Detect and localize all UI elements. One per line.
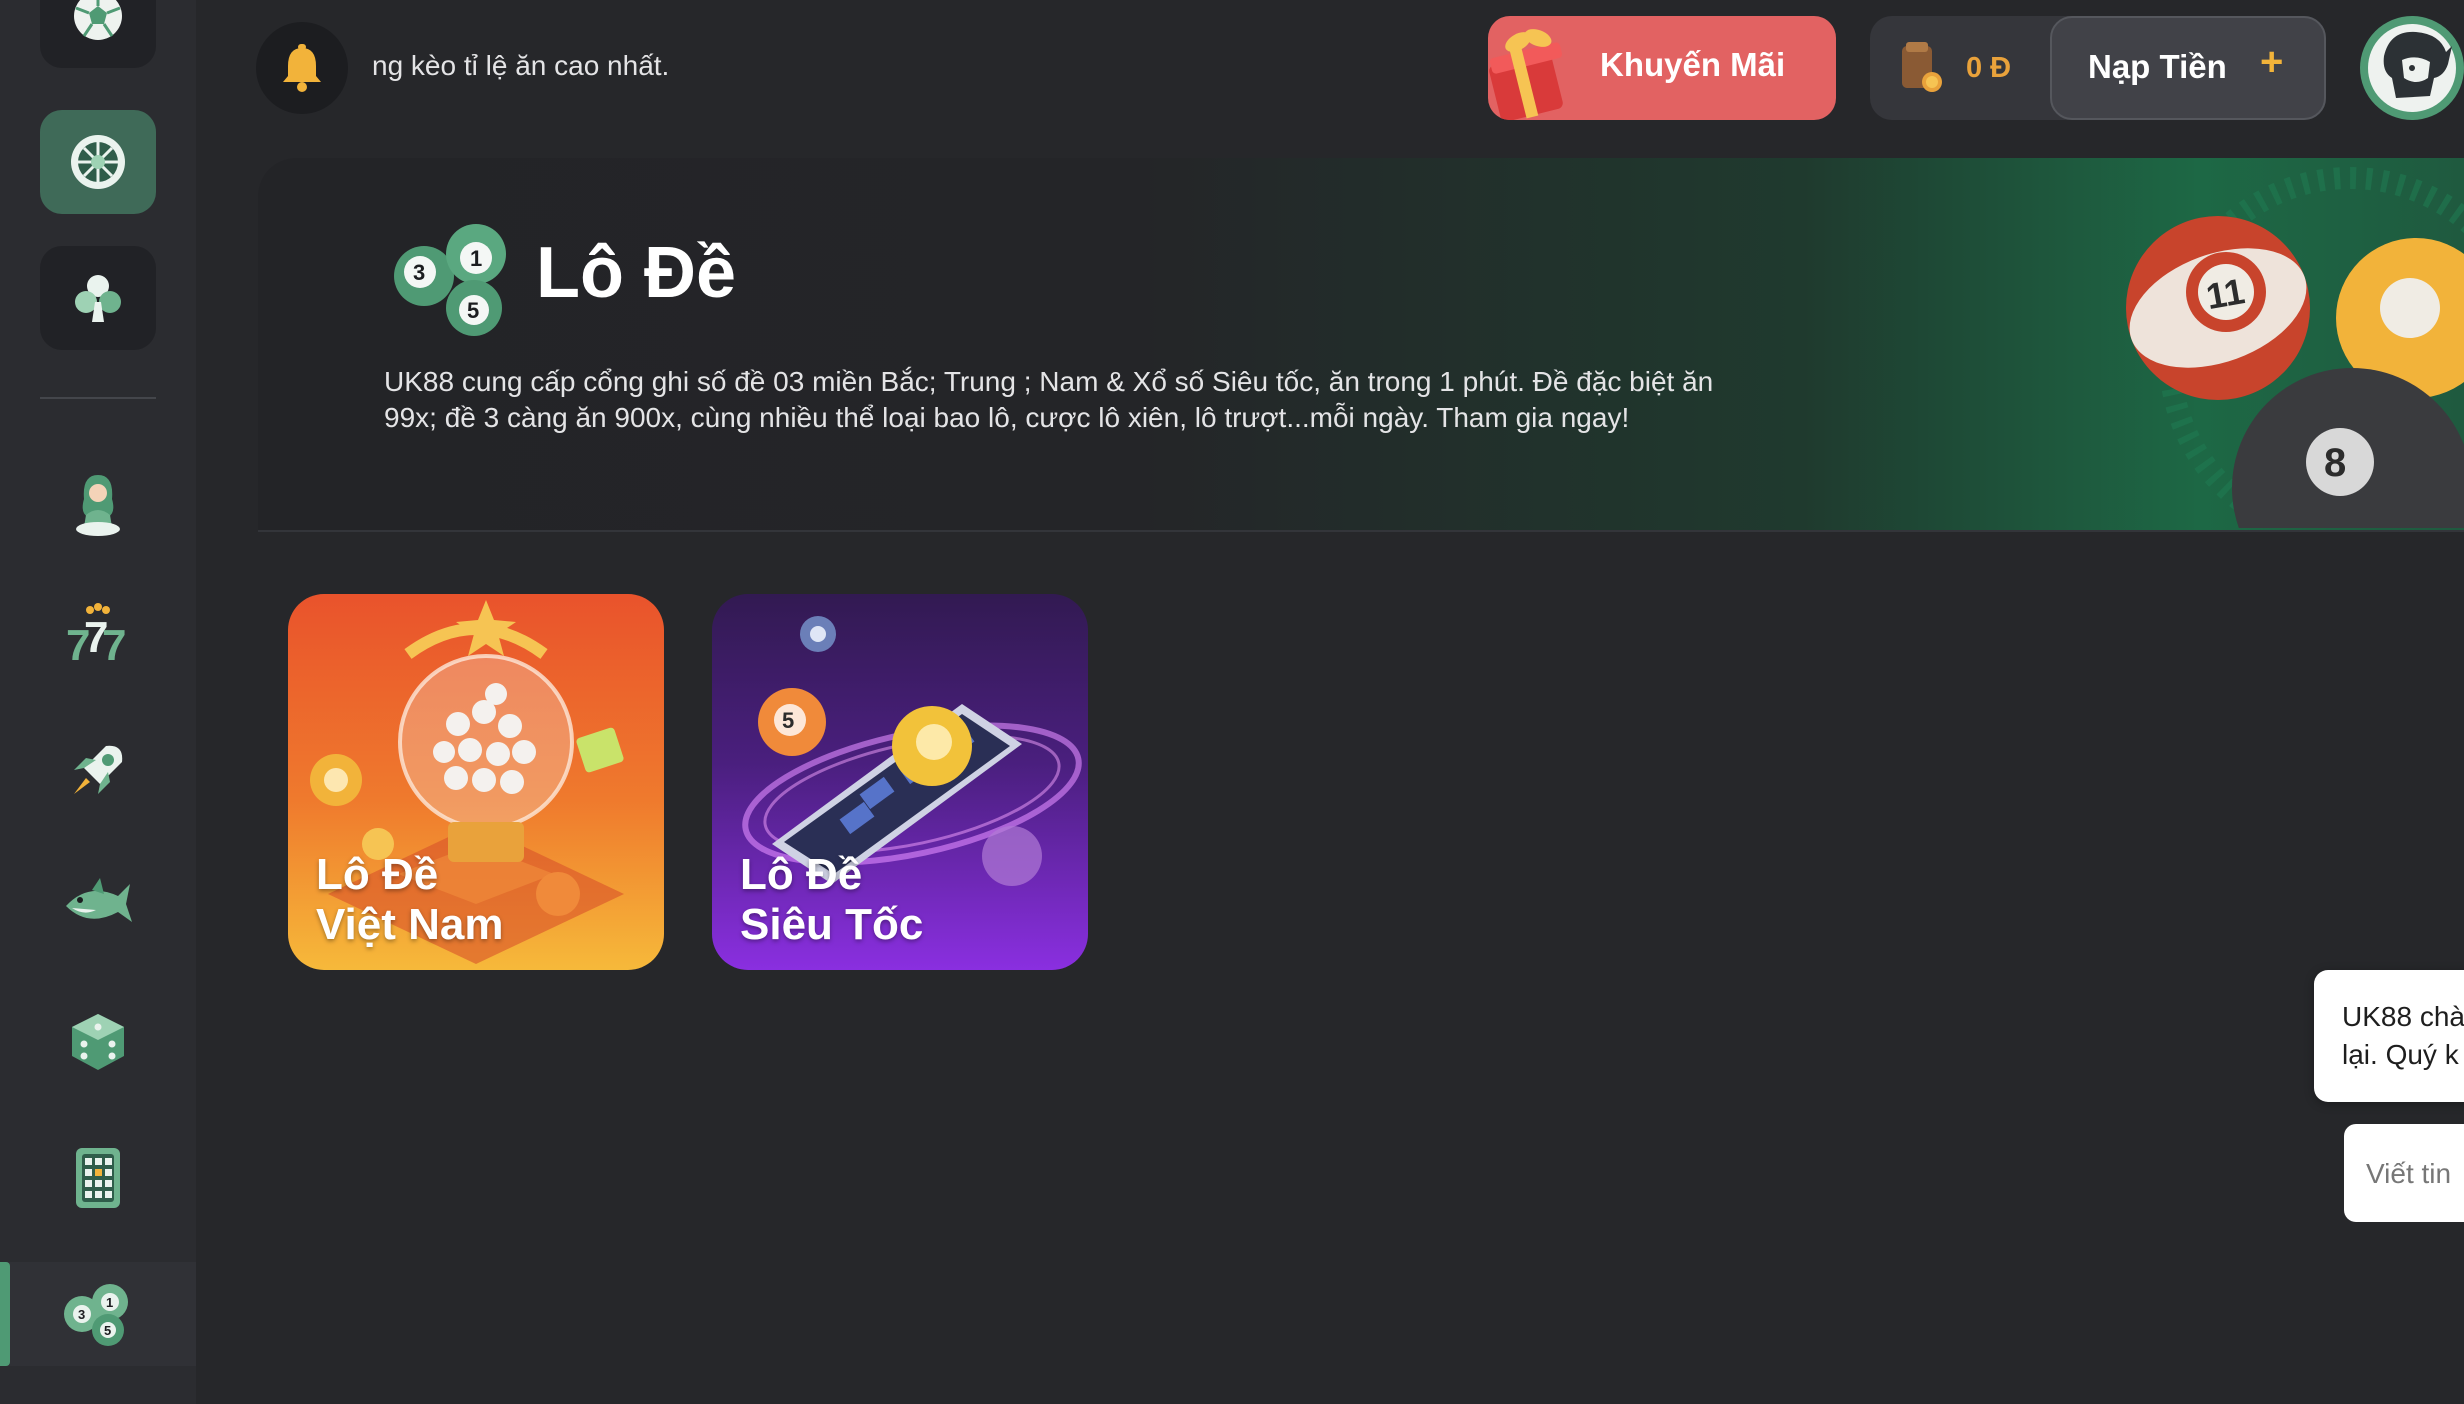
sidebar-item-live-casino[interactable] [40,452,156,556]
svg-text:5: 5 [782,708,794,733]
chat-input[interactable] [2344,1124,2464,1222]
wallet-panel: 0 Đ Nạp Tiền + [1870,16,2326,120]
rocket-icon [74,745,123,794]
billiard-balls-decoration: 11 8 [2126,167,2464,528]
shark-fish-icon [66,878,132,922]
sidebar-item-fishing[interactable] [40,852,156,956]
game-card-title-line2: Siêu Tốc [740,900,924,949]
page-description: UK88 cung cấp cổng ghi số đề 03 miền Bắc… [384,366,1714,433]
game-card-title-line1: Lô Đề [740,850,863,899]
deposit-button[interactable]: Nạp Tiền + [2050,16,2326,120]
lottery-balls-icon: 3 1 5 [394,224,506,336]
deposit-label: Nạp Tiền [2088,48,2227,85]
chat-input-box[interactable] [2344,1124,2464,1222]
plus-icon: + [2260,40,2284,84]
card-club-icon [75,275,121,322]
sidebar-item-sports[interactable] [40,0,156,68]
svg-text:3: 3 [413,260,425,285]
svg-text:5: 5 [104,1323,111,1338]
slot-777-icon: 7 7 7 [66,603,126,666]
svg-text:8: 8 [2324,441,2346,485]
sidebar-divider [40,397,156,399]
svg-text:5: 5 [467,298,479,323]
game-card-title: Lô Đề Việt Nam [316,850,504,950]
avatar-character-icon [2368,24,2456,112]
sidebar-item-card-games[interactable] [40,246,156,350]
svg-text:11: 11 [2203,270,2248,317]
svg-text:3: 3 [78,1307,85,1322]
gift-box-icon [1489,29,1563,120]
chat-message-bubble[interactable]: UK88 chà lại. Quý k [2314,970,2464,1102]
sidebar-item-dice-games[interactable] [40,990,156,1094]
keno-board-icon [76,1148,120,1208]
game-card-lo-de-viet-nam[interactable]: Lô Đề Việt Nam [288,594,664,970]
category-banner: 11 8 [258,158,2464,530]
game-card-lo-de-sieu-toc[interactable]: 5 Lô Đề Siêu Tốc [712,594,1088,970]
live-casino-dealer-icon [76,475,120,536]
lottery-balls-icon: 3 1 5 [64,1284,128,1346]
sidebar-active-indicator [0,1262,10,1366]
game-card-title-line1: Lô Đề [316,850,439,899]
svg-text:1: 1 [470,246,482,271]
svg-text:7: 7 [102,621,126,666]
chat-message-text: UK88 chà lại. Quý k [2342,998,2464,1074]
page-title: Lô Đề [536,233,737,313]
chat-message-line: lại. Quý k [2342,1039,2459,1070]
wallet-icon [1902,42,1942,92]
notification-button[interactable] [256,22,348,114]
announcement-marquee: ng kèo tỉ lệ ăn cao nhất. [372,50,670,81]
dice-icon [72,1014,124,1070]
promotions-button[interactable]: Khuyến Mãi [1488,16,1836,120]
soccer-ball-icon [74,0,122,40]
banner-divider [258,530,2464,532]
game-card-title: Lô Đề Siêu Tốc [740,850,923,950]
sidebar-item-keno[interactable] [40,1126,156,1230]
svg-text:1: 1 [106,1295,113,1310]
roulette-wheel-icon [71,135,125,189]
sidebar-item-slots[interactable]: 7 7 7 [40,582,156,686]
sidebar-item-casino[interactable] [40,110,156,214]
chat-message-line: UK88 chà [2342,1001,2464,1032]
bell-icon [283,44,321,92]
promotions-label: Khuyến Mãi [1600,46,1786,83]
balance-amount: 0 Đ [1966,52,2012,84]
sidebar: 7 7 7 3 1 5 [0,0,196,1404]
user-avatar[interactable] [2360,16,2464,120]
sidebar-item-lottery-icon-wrap[interactable]: 3 1 5 [40,1262,156,1366]
sidebar-item-crash-games[interactable] [40,718,156,822]
game-card-title-line2: Việt Nam [316,900,504,949]
